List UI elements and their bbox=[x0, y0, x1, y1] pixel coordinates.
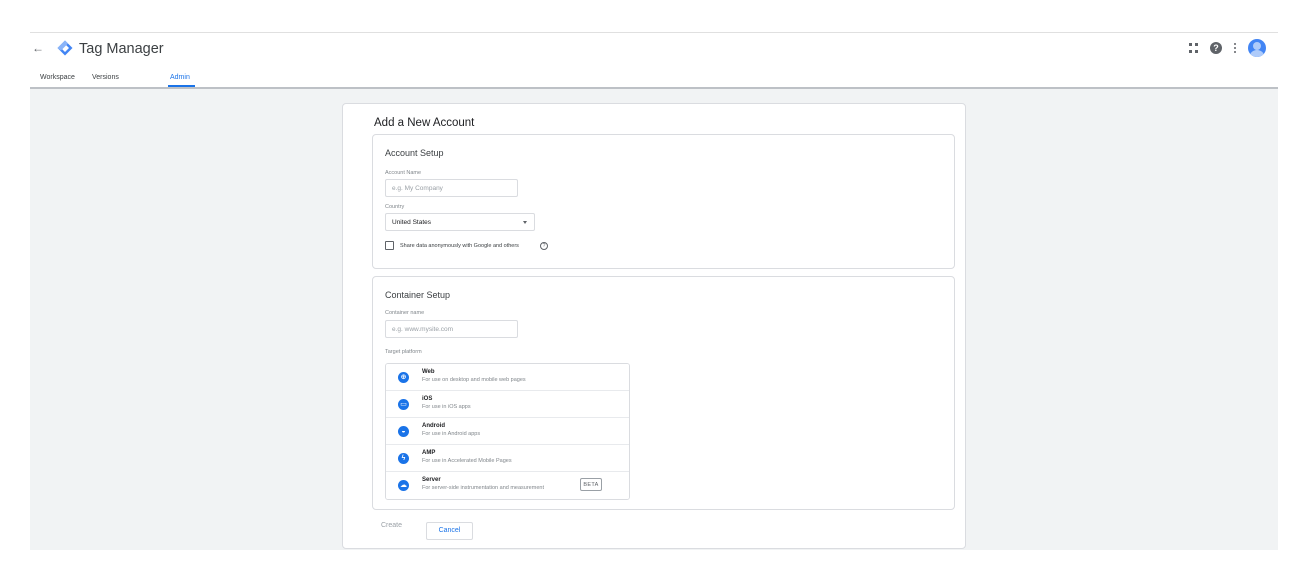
create-button[interactable]: Create bbox=[381, 521, 402, 531]
country-select[interactable]: United States bbox=[385, 213, 535, 231]
account-setup-section: Account Setup Account Name Country Unite… bbox=[372, 134, 955, 269]
platform-description: For use in iOS apps bbox=[422, 404, 471, 410]
account-name-label: Account Name bbox=[385, 170, 422, 176]
container-setup-title: Container Setup bbox=[385, 290, 451, 300]
share-data-checkbox[interactable] bbox=[385, 241, 394, 250]
beta-badge: BETA bbox=[580, 478, 602, 491]
platform-name: AMP bbox=[422, 450, 436, 456]
header-actions: ? bbox=[1188, 39, 1266, 57]
tab-admin[interactable]: Admin bbox=[170, 73, 190, 83]
account-name-input[interactable] bbox=[385, 179, 518, 197]
country-value: United States bbox=[392, 219, 432, 226]
help-icon[interactable]: ? bbox=[1210, 42, 1222, 54]
container-name-label: Container name bbox=[385, 310, 425, 316]
tab-bar: Workspace Versions Admin bbox=[30, 65, 1278, 89]
platform-option-server[interactable]: ☁ Server For server-side instrumentation… bbox=[386, 472, 629, 499]
help-circle-icon[interactable]: ? bbox=[540, 242, 548, 250]
platform-list: ⊕ Web For use on desktop and mobile web … bbox=[385, 363, 630, 500]
app-header: ← Tag Manager ? bbox=[30, 32, 1278, 66]
active-tab-indicator bbox=[168, 85, 195, 87]
page-title: Add a New Account bbox=[374, 117, 475, 129]
platform-option-web[interactable]: ⊕ Web For use on desktop and mobile web … bbox=[386, 364, 629, 391]
amp-icon: ϟ bbox=[398, 453, 409, 464]
tab-versions[interactable]: Versions bbox=[92, 73, 119, 83]
dropdown-caret-icon bbox=[523, 221, 527, 224]
share-data-label: Share data anonymously with Google and o… bbox=[400, 243, 519, 249]
tag-manager-logo[interactable] bbox=[57, 40, 73, 56]
platform-option-android[interactable]: ◒ Android For use in Android apps bbox=[386, 418, 629, 445]
tab-workspace[interactable]: Workspace bbox=[40, 73, 75, 83]
account-setup-title: Account Setup bbox=[385, 148, 444, 158]
target-platform-label: Target platform bbox=[385, 349, 422, 355]
container-setup-section: Container Setup Container name Target pl… bbox=[372, 276, 955, 510]
platform-name: Server bbox=[422, 477, 441, 483]
app-title[interactable]: Tag Manager bbox=[79, 40, 164, 58]
ios-icon: ▭ bbox=[398, 399, 409, 410]
cancel-button[interactable]: Cancel bbox=[426, 522, 473, 540]
cloud-icon: ☁ bbox=[398, 480, 409, 491]
platform-description: For server-side instrumentation and meas… bbox=[422, 485, 544, 491]
platform-option-ios[interactable]: ▭ iOS For use in iOS apps bbox=[386, 391, 629, 418]
platform-name: Android bbox=[422, 423, 445, 429]
platform-name: iOS bbox=[422, 396, 433, 402]
arrow-back-icon[interactable]: ← bbox=[32, 41, 44, 55]
platform-description: For use in Accelerated Mobile Pages bbox=[422, 458, 512, 464]
platform-option-amp[interactable]: ϟ AMP For use in Accelerated Mobile Page… bbox=[386, 445, 629, 472]
platform-name: Web bbox=[422, 369, 435, 375]
account-avatar[interactable] bbox=[1248, 39, 1266, 57]
container-name-input[interactable] bbox=[385, 320, 518, 338]
globe-icon: ⊕ bbox=[398, 372, 409, 383]
more-vert-icon[interactable] bbox=[1232, 43, 1238, 53]
platform-description: For use in Android apps bbox=[422, 431, 481, 437]
platform-description: For use on desktop and mobile web pages bbox=[422, 377, 526, 383]
android-icon: ◒ bbox=[398, 426, 409, 437]
country-label: Country bbox=[385, 204, 405, 210]
apps-grid-icon[interactable] bbox=[1188, 42, 1200, 54]
new-account-card: Add a New Account Account Setup Account … bbox=[342, 103, 966, 549]
